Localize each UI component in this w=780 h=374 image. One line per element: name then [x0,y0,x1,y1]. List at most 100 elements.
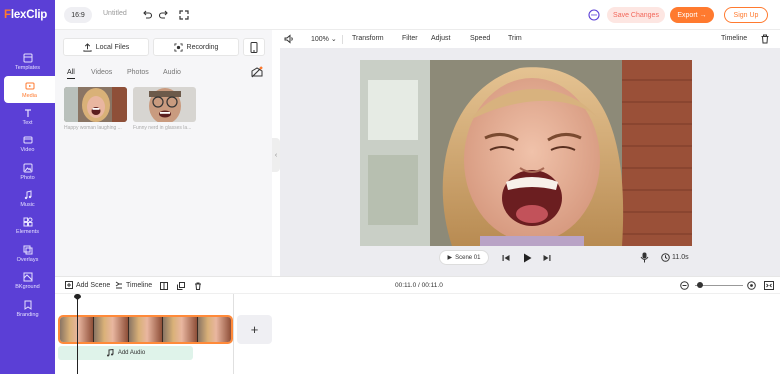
chevron-left-icon: ‹ [274,151,278,159]
zoom-slider-handle[interactable] [696,282,703,288]
add-scene-icon [65,281,73,289]
next-scene-icon[interactable] [543,254,551,262]
video-icon [23,136,32,143]
adjust-button[interactable]: Adjust [431,35,450,42]
export-label: Export [677,11,698,19]
timeline-toolbar: Add Scene Timeline 00:11.0 / 00:11.0 [55,276,780,294]
redo-icon[interactable] [158,9,170,21]
clip-frame [94,317,129,342]
recording-label: Recording [186,43,219,51]
split-icon[interactable] [160,282,168,290]
text-icon [24,108,31,117]
tab-audio[interactable]: Audio [163,69,181,76]
add-scene-label: Add Scene [76,281,111,289]
hide-media-icon[interactable] [251,66,263,78]
local-files-label: Local Files [95,43,130,51]
elements-icon [23,217,32,226]
zoom-in-icon[interactable] [747,281,756,290]
microphone-icon[interactable] [640,252,649,263]
scene-label: Scene 01 [455,254,481,261]
save-changes-button[interactable]: Save Changes [607,7,665,23]
add-audio-button[interactable]: Add Audio [58,346,193,360]
speed-button[interactable]: Speed [470,35,490,42]
phone-icon [250,41,258,53]
add-scene-button[interactable]: Add Scene [65,281,110,289]
nerd-laughing-image [133,87,196,122]
transform-button[interactable]: Transform [352,35,384,42]
export-button[interactable]: Export → [670,7,714,23]
clip-frame [163,317,198,342]
duplicate-icon[interactable] [177,282,185,290]
chat-icon[interactable] [588,9,600,21]
templates-icon [23,53,32,62]
sidebar-item-text[interactable]: Text [0,103,55,130]
sidebar-item-overlays[interactable]: Overlays [0,240,55,267]
sidebar-item-templates[interactable]: Templates [0,48,55,75]
collapse-panel-button[interactable]: ‹ [272,138,280,172]
video-clip[interactable] [58,315,233,344]
sidebar-item-label: Templates [14,64,41,71]
sidebar-item-media[interactable]: Media [4,76,55,103]
scene-duration[interactable]: 11.0s [672,254,689,261]
timeline-toggle[interactable]: Timeline [721,35,747,42]
tab-all[interactable]: All [67,69,75,79]
undo-icon[interactable] [141,9,153,21]
sidebar-item-label: Music [20,201,35,208]
zoom-select[interactable]: 100% ⌄ [311,35,337,43]
trash-icon[interactable] [760,34,770,44]
tab-photos[interactable]: Photos [127,69,149,76]
clip-frame [128,317,164,342]
sidebar-item-video[interactable]: Video [0,130,55,157]
media-thumbnail-woman[interactable] [64,87,127,122]
preview-stage [280,48,780,276]
project-name[interactable]: Untitled [103,10,127,17]
sidebar-item-label: Elements [16,228,39,235]
zoom-value: 100% [311,36,329,43]
timecode-display: 00:11.0 / 00:11.0 [395,282,443,289]
volume-icon[interactable] [284,34,294,44]
music-note-icon [106,349,114,357]
phone-upload-button[interactable] [243,38,265,56]
sidebar-item-elements[interactable]: Elements [0,212,55,239]
timeline-icon [115,281,122,289]
tab-videos[interactable]: Videos [91,69,112,76]
previous-scene-icon[interactable] [502,254,510,262]
trim-button[interactable]: Trim [508,35,522,42]
overlays-icon [23,245,32,254]
flexclip-logo[interactable]: FlexClip [4,9,47,21]
add-audio-label: Add Audio [117,350,146,356]
sidebar-item-label: Video [20,146,35,153]
sidebar-item-music[interactable]: Music [0,185,55,212]
clip-frame [197,317,231,342]
editor-toolbar: 100% ⌄ Transform Filter Adjust Speed Tri… [272,30,780,48]
sidebar-item-photo[interactable]: Photo [0,158,55,185]
timeline-divider [233,294,234,374]
sign-up-button[interactable]: Sign Up [724,7,768,23]
branding-icon [24,300,31,310]
recording-button[interactable]: Recording [153,38,239,56]
sidebar-item-background[interactable]: BKground [0,267,55,294]
delete-icon[interactable] [194,282,202,290]
background-icon [23,272,32,281]
fullscreen-icon[interactable] [178,9,190,21]
sidebar-item-branding[interactable]: Branding [0,295,55,322]
zoom-out-icon[interactable] [680,281,689,290]
laughing-woman-video-frame [360,60,692,246]
local-files-button[interactable]: Local Files [63,38,149,56]
filter-button[interactable]: Filter [402,35,418,42]
add-scene-plus-button[interactable]: + [237,315,272,344]
scene-play-button[interactable]: ▶ Scene 01 [439,250,489,265]
arrow-right-icon: → [699,11,707,19]
video-preview[interactable] [360,60,692,246]
sidebar-item-label: Overlays [16,256,39,263]
play-icon[interactable] [523,253,532,263]
chevron-down-icon: ⌄ [328,36,337,43]
media-thumbnail-nerd[interactable] [133,87,196,122]
fit-timeline-icon[interactable] [764,281,774,290]
timeline-mode-button[interactable]: Timeline [115,281,152,289]
media-caption: Funny nerd in glasses la... [133,125,192,131]
play-small-icon: ▶ [447,255,453,261]
playhead[interactable] [77,298,78,374]
aspect-ratio-button[interactable]: 16:9 [64,7,92,23]
woman-laughing-image [64,87,127,122]
